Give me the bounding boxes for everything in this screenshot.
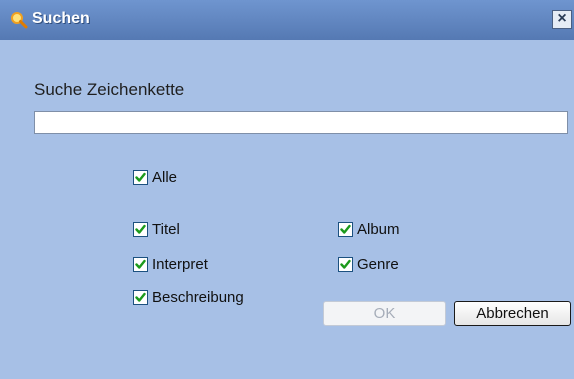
checkbox-alle-label: Alle bbox=[152, 169, 178, 186]
checkmark-icon bbox=[135, 172, 146, 182]
checkmark-icon bbox=[135, 259, 146, 269]
checkmark-icon bbox=[135, 224, 146, 234]
search-string-label: Suche Zeichenkette bbox=[34, 80, 185, 99]
checkbox-alle[interactable]: Alle bbox=[133, 169, 177, 186]
checkbox-genre[interactable]: Genre bbox=[338, 256, 399, 273]
checkbox-titel-label: Titel bbox=[152, 221, 180, 238]
title-bar: Suchen × bbox=[0, 0, 574, 40]
search-input[interactable] bbox=[34, 111, 568, 134]
checkbox-genre-box[interactable] bbox=[338, 257, 353, 272]
checkmark-icon bbox=[135, 292, 146, 302]
checkbox-interpret-box[interactable] bbox=[133, 257, 148, 272]
checkbox-titel[interactable]: Titel bbox=[133, 221, 180, 238]
checkmark-icon bbox=[340, 224, 351, 234]
checkbox-titel-box[interactable] bbox=[133, 222, 148, 237]
checkbox-genre-label: Genre bbox=[357, 256, 399, 273]
checkbox-album-label: Album bbox=[357, 221, 400, 238]
checkbox-interpret[interactable]: Interpret bbox=[133, 256, 208, 273]
close-icon: × bbox=[557, 10, 567, 27]
search-icon bbox=[10, 11, 28, 29]
checkmark-icon bbox=[340, 259, 351, 269]
checkbox-album-box[interactable] bbox=[338, 222, 353, 237]
checkbox-beschreibung-box[interactable] bbox=[133, 290, 148, 305]
ok-button[interactable]: OK bbox=[323, 301, 446, 326]
checkbox-beschreibung-label: Beschreibung bbox=[152, 289, 244, 306]
checkbox-beschreibung[interactable]: Beschreibung bbox=[133, 289, 244, 306]
dialog-title: Suchen bbox=[32, 10, 90, 27]
checkbox-alle-box[interactable] bbox=[133, 170, 148, 185]
cancel-button[interactable]: Abbrechen bbox=[454, 301, 571, 326]
dialog-body: Suche Zeichenkette Alle Titel Album Inte… bbox=[0, 40, 574, 379]
close-button[interactable]: × bbox=[552, 10, 572, 29]
checkbox-album[interactable]: Album bbox=[338, 221, 400, 238]
checkbox-interpret-label: Interpret bbox=[152, 256, 208, 273]
